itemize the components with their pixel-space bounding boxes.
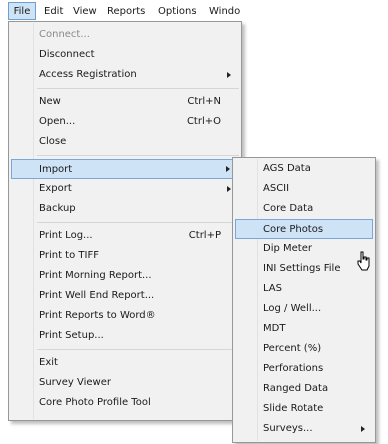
menu-item-new[interactable]: New Ctrl+N (11, 92, 239, 112)
menu-item-print-to-tiff[interactable]: Print to TIFF (11, 246, 239, 266)
menu-item-label: Print to TIFF (39, 250, 99, 261)
menu-item-label: Percent (%) (263, 343, 322, 354)
menu-separator (37, 349, 239, 350)
menu-item-label: Perforations (263, 363, 324, 374)
submenu-item-ranged-data[interactable]: Ranged Data (235, 379, 373, 399)
menu-separator (37, 222, 239, 223)
menu-item-label: Log / Well... (263, 303, 322, 314)
menu-item-label: Ranged Data (263, 383, 329, 394)
submenu-arrow-icon (361, 426, 365, 432)
menu-item-shortcut: Ctrl+P (188, 230, 221, 241)
menu-item-label: ASCII (263, 183, 290, 194)
submenu-item-log-well[interactable]: Log / Well... (235, 299, 373, 319)
menu-item-label: Connect... (39, 29, 90, 40)
menu-item-label: Export (39, 183, 72, 194)
menu-item-label: Print Morning Report... (39, 270, 152, 281)
submenu-item-slide-rotate[interactable]: Slide Rotate (235, 399, 373, 419)
menu-item-close[interactable]: Close (11, 132, 239, 152)
menu-item-label: Import (39, 164, 73, 175)
submenu-item-core-photos[interactable]: Core Photos (235, 219, 373, 239)
menu-item-open[interactable]: Open... Ctrl+O (11, 112, 239, 132)
menu-item-access-registration[interactable]: Access Registration (11, 65, 239, 85)
menu-item-print-well-end-report[interactable]: Print Well End Report... (11, 286, 239, 306)
menu-item-exit[interactable]: Exit (11, 353, 239, 373)
menu-item-label: Survey Viewer (39, 377, 111, 388)
menu-item-label: New (39, 96, 61, 107)
menu-view[interactable]: View (73, 5, 97, 19)
menu-item-print-reports-to-word[interactable]: Print Reports to Word® (11, 306, 239, 326)
mouse-pointer-icon (357, 251, 370, 271)
menu-window[interactable]: Windo (209, 5, 240, 19)
import-submenu: AGS Data ASCII Core Data Core Photos Dip… (232, 157, 376, 443)
menu-options[interactable]: Options (158, 5, 197, 19)
menu-item-label: Close (39, 136, 67, 147)
menu-item-label: INI Settings File (263, 263, 341, 274)
submenu-arrow-icon (227, 186, 231, 192)
submenu-arrow-icon (227, 72, 231, 78)
menu-item-label: Print Log... (39, 230, 93, 241)
menu-item-label: MDT (263, 323, 286, 334)
menu-reports[interactable]: Reports (107, 5, 145, 19)
submenu-arrow-icon (226, 166, 230, 172)
menu-item-shortcut: Ctrl+N (187, 96, 221, 107)
menu-bar: File Edit View Reports Options Windo (0, 0, 388, 22)
submenu-item-perforations[interactable]: Perforations (235, 359, 373, 379)
submenu-item-las[interactable]: LAS (235, 279, 373, 299)
menu-item-label: Core Photos (263, 224, 324, 235)
menu-item-import[interactable]: Import (11, 159, 239, 179)
submenu-item-ags-data[interactable]: AGS Data (235, 159, 373, 179)
submenu-item-dip-meter[interactable]: Dip Meter (235, 239, 373, 259)
menu-item-core-photo-profile-tool[interactable]: Core Photo Profile Tool (11, 393, 239, 413)
menu-item-label: Backup (39, 203, 76, 214)
menu-item-label: Open... (39, 116, 76, 127)
menu-item-label: Surveys... (263, 423, 313, 434)
menu-item-connect[interactable]: Connect... (11, 25, 239, 45)
submenu-item-surveys[interactable]: Surveys... (235, 419, 373, 439)
menu-item-label: Slide Rotate (263, 403, 324, 414)
menu-separator (37, 88, 239, 89)
menu-file[interactable]: File (8, 2, 36, 20)
file-menu: Connect... Disconnect Access Registratio… (8, 21, 242, 421)
menu-item-print-morning-report[interactable]: Print Morning Report... (11, 266, 239, 286)
menu-item-print-setup[interactable]: Print Setup... (11, 326, 239, 346)
menu-item-label: Exit (39, 357, 58, 368)
menu-item-label: Print Reports to Word® (39, 310, 156, 321)
menu-item-label: AGS Data (263, 163, 311, 174)
submenu-item-mdt[interactable]: MDT (235, 319, 373, 339)
menu-item-export[interactable]: Export (11, 179, 239, 199)
menu-item-label: Core Photo Profile Tool (39, 397, 151, 408)
submenu-item-percent[interactable]: Percent (%) (235, 339, 373, 359)
menu-item-print-log[interactable]: Print Log... Ctrl+P (11, 226, 239, 246)
submenu-item-ini-settings-file[interactable]: INI Settings File (235, 259, 373, 279)
menu-item-label: Dip Meter (263, 243, 312, 254)
menu-item-label: Print Setup... (39, 330, 104, 341)
menu-item-label: Print Well End Report... (39, 290, 155, 301)
menu-separator (37, 155, 239, 156)
submenu-item-core-data[interactable]: Core Data (235, 199, 373, 219)
menu-item-backup[interactable]: Backup (11, 199, 239, 219)
menu-item-label: Disconnect (39, 49, 95, 60)
menu-item-label: Access Registration (39, 69, 137, 80)
menu-item-label: Core Data (263, 203, 314, 214)
menu-item-disconnect[interactable]: Disconnect (11, 45, 239, 65)
menu-item-shortcut: Ctrl+O (186, 116, 221, 127)
menu-edit[interactable]: Edit (44, 5, 63, 19)
menu-item-label: LAS (263, 283, 282, 294)
submenu-item-ascii[interactable]: ASCII (235, 179, 373, 199)
menu-item-survey-viewer[interactable]: Survey Viewer (11, 373, 239, 393)
